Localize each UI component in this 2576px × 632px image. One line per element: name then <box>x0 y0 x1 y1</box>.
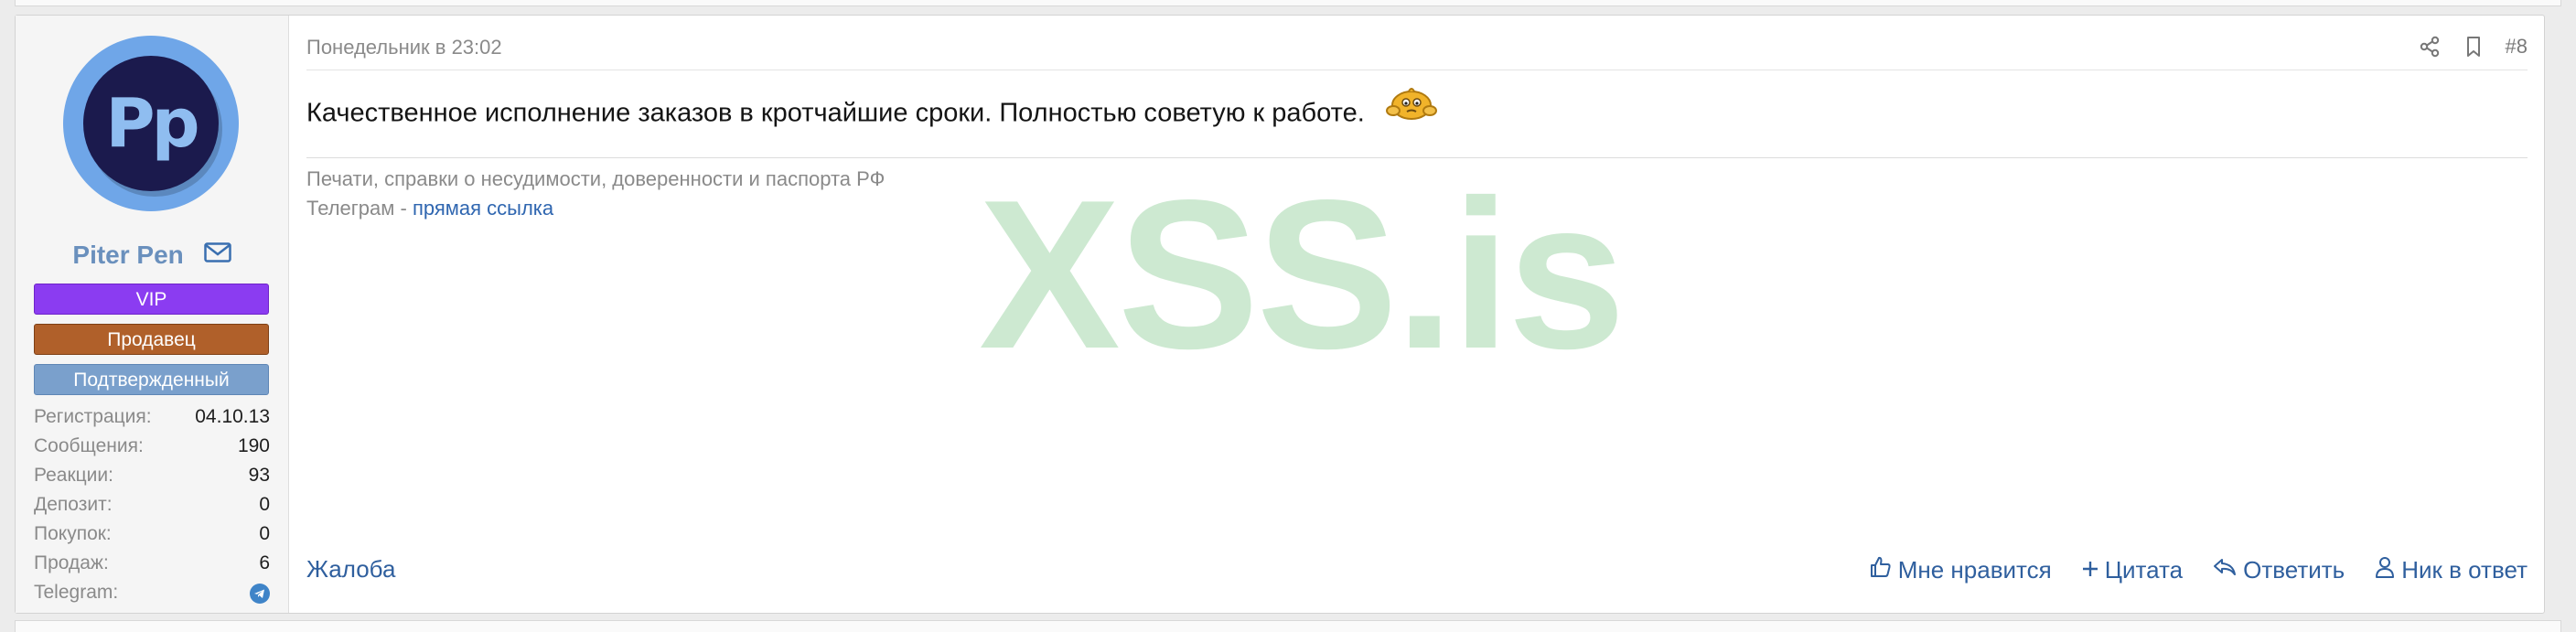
reply-button[interactable]: Ответить <box>2212 556 2345 584</box>
bookmark-icon[interactable] <box>2462 35 2485 59</box>
stat-value: 0 <box>259 494 270 515</box>
stat-label: Продаж: <box>34 552 109 573</box>
post-date[interactable]: Понедельник в 23:02 <box>306 36 502 59</box>
forum-post: Pp Piter Pen VIP Продавец Подтвержденный… <box>15 15 2545 614</box>
stat-label: Сообщения: <box>34 435 144 456</box>
like-button[interactable]: Мне нравится <box>1869 555 2052 585</box>
seller-badge: Продавец <box>34 324 269 355</box>
stat-reactions: Реакции: 93 <box>34 461 270 490</box>
user-icon <box>2374 555 2401 585</box>
avatar[interactable]: Pp <box>63 36 239 211</box>
reply-label: Ответить <box>2243 556 2345 584</box>
stat-purchases: Покупок: 0 <box>34 520 270 549</box>
stat-value: 0 <box>259 523 270 544</box>
user-sidebar: Pp Piter Pen VIP Продавец Подтвержденный… <box>16 16 289 613</box>
avatar-letters: Pp <box>105 84 199 163</box>
username[interactable]: Piter Pen <box>72 241 183 269</box>
stat-value: 93 <box>248 465 270 486</box>
reply-icon <box>2212 556 2243 584</box>
plus-icon <box>2081 556 2105 584</box>
post-content: Понедельник в 23:02 #8 Качественное испо… <box>306 16 2528 613</box>
stat-value: 6 <box>259 552 270 573</box>
emoji-icon <box>1385 83 1438 131</box>
stat-registration: Регистрация: 04.10.13 <box>34 402 270 432</box>
previous-post-edge <box>15 0 2561 6</box>
signature-line-2: Телеграм - прямая ссылка <box>306 197 553 220</box>
signature-telegram-label: Телеграм - <box>306 197 413 220</box>
report-link[interactable]: Жалоба <box>306 555 395 584</box>
quote-button[interactable]: Цитата <box>2081 556 2183 584</box>
thumbs-up-icon <box>1869 555 1898 585</box>
like-label: Мне нравится <box>1897 556 2052 584</box>
stat-label: Депозит: <box>34 494 113 515</box>
signature-line-1: Печати, справки о несудимости, доверенно… <box>306 167 886 190</box>
stat-value: 190 <box>237 435 270 456</box>
stat-label: Регистрация: <box>34 406 152 427</box>
avatar-circle: Pp <box>83 56 219 191</box>
stat-messages: Сообщения: 190 <box>34 432 270 461</box>
post-actions: Мне нравится Цитата Ответить Ник в ответ <box>1840 555 2528 585</box>
stat-label: Реакции: <box>34 465 113 486</box>
quote-label: Цитата <box>2104 556 2184 584</box>
nick-reply-label: Ник в ответ <box>2401 556 2528 584</box>
post-header-tools: #8 <box>2398 32 2528 61</box>
signature-telegram-link[interactable]: прямая ссылка <box>413 197 553 220</box>
watermark: XSS.is <box>979 156 1626 393</box>
post-message: Качественное исполнение заказов в кротча… <box>306 88 1438 131</box>
nick-reply-button[interactable]: Ник в ответ <box>2374 555 2528 585</box>
share-icon[interactable] <box>2418 35 2442 59</box>
vip-badge: VIP <box>34 284 269 315</box>
stat-label: Покупок: <box>34 523 112 544</box>
message-text: Качественное исполнение заказов в кротча… <box>306 98 1365 128</box>
envelope-icon[interactable] <box>203 240 231 269</box>
post-number[interactable]: #8 <box>2506 35 2528 59</box>
next-post-edge <box>15 620 2561 632</box>
username-row: Piter Pen <box>16 241 288 270</box>
stat-deposit: Депозит: 0 <box>34 490 270 520</box>
telegram-icon[interactable] <box>250 584 270 604</box>
stat-sales: Продаж: 6 <box>34 549 270 578</box>
stat-label: Telegram: <box>34 582 119 603</box>
stat-value: 04.10.13 <box>195 406 270 427</box>
verified-badge: Подтвержденный <box>34 364 269 395</box>
stat-telegram: Telegram: <box>34 578 270 607</box>
user-stats: Регистрация: 04.10.13 Сообщения: 190 Реа… <box>34 402 270 607</box>
